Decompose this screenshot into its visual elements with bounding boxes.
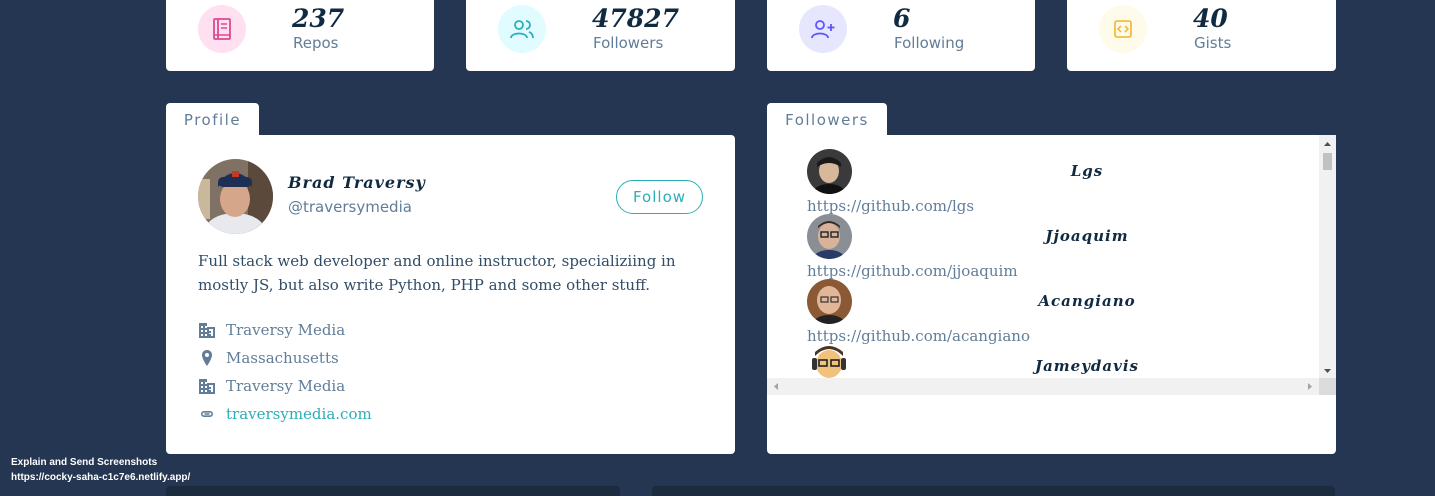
scroll-right-arrow-icon[interactable] <box>1302 378 1317 395</box>
horizontal-scrollbar[interactable] <box>767 378 1319 395</box>
follower-url[interactable]: https://github.com/lgs <box>807 197 974 215</box>
extension-title[interactable]: Explain and Send Screenshots <box>11 457 157 468</box>
building-icon <box>199 323 215 338</box>
avatar <box>807 149 852 194</box>
follower-login: Jjoaquim <box>1045 227 1129 245</box>
company-text-2: Traversy Media <box>226 377 346 395</box>
follower-url[interactable]: https://github.com/acangiano <box>807 327 1030 345</box>
scroll-down-arrow-icon[interactable] <box>1319 363 1336 378</box>
avatar <box>198 159 273 234</box>
scrollbar-corner <box>1319 378 1336 395</box>
vertical-scrollbar[interactable] <box>1319 135 1336 378</box>
scrollbar-thumb[interactable] <box>1323 153 1332 170</box>
link-icon <box>201 411 213 417</box>
follower-url[interactable]: https://github.com/jjoaquim <box>807 262 1018 280</box>
repos-count: 237 <box>292 4 345 33</box>
blog-row: traversymedia.com <box>198 403 372 425</box>
scroll-up-arrow-icon[interactable] <box>1319 137 1336 152</box>
follower-login: Lgs <box>1070 162 1104 180</box>
followers-count: 47827 <box>592 4 679 33</box>
stat-card-gists: 40 Gists <box>1067 0 1336 71</box>
avatar <box>807 214 852 259</box>
company-text: Traversy Media <box>226 321 346 339</box>
users-icon <box>498 5 546 53</box>
book-icon <box>198 5 246 53</box>
follower-login: Acangiano <box>1038 292 1136 310</box>
profile-bio: Full stack web developer and online inst… <box>198 252 676 294</box>
follower-login: Jameydavis <box>1034 357 1139 375</box>
profile-card: Brad Traversy @traversymedia Follow Full… <box>166 135 735 454</box>
bottom-panel-left <box>166 486 620 496</box>
following-count: 6 <box>893 4 911 33</box>
extension-url[interactable]: https://cocky-saha-c1c7e6.netlify.app/ <box>11 472 190 483</box>
avatar <box>807 344 852 378</box>
gists-count: 40 <box>1193 4 1228 33</box>
follow-button[interactable]: Follow <box>616 180 703 214</box>
company-row: Traversy Media <box>198 319 345 341</box>
list-item[interactable]: Lgs https://github.com/lgs <box>807 149 1319 215</box>
repos-label: Repos <box>293 34 339 52</box>
profile-handle: @traversymedia <box>288 198 412 216</box>
list-item[interactable]: Acangiano https://github.com/acangiano <box>807 279 1319 345</box>
gists-label: Gists <box>1194 34 1232 52</box>
list-item[interactable]: Jameydavis <box>807 344 1319 378</box>
user-plus-icon <box>799 5 847 53</box>
code-icon <box>1099 5 1147 53</box>
location-pin-icon <box>202 350 212 366</box>
list-item[interactable]: Jjoaquim https://github.com/jjoaquim <box>807 214 1319 280</box>
bottom-panel-right <box>652 486 1335 496</box>
building-icon <box>199 379 215 394</box>
location-text: Massachusetts <box>226 349 339 367</box>
tab-profile: Profile <box>166 103 259 136</box>
stat-card-followers: 47827 Followers <box>466 0 735 71</box>
tab-followers: Followers <box>767 103 887 136</box>
location-row: Massachusetts <box>198 347 339 369</box>
avatar <box>807 279 852 324</box>
blog-link[interactable]: traversymedia.com <box>226 405 372 423</box>
followers-list[interactable]: Lgs https://github.com/lgs Jjoaquim http… <box>767 135 1319 378</box>
followers-label: Followers <box>593 34 664 52</box>
following-label: Following <box>894 34 965 52</box>
scroll-left-arrow-icon[interactable] <box>769 378 784 395</box>
company-row-2: Traversy Media <box>198 375 345 397</box>
stat-card-repos: 237 Repos <box>166 0 434 71</box>
followers-card: Lgs https://github.com/lgs Jjoaquim http… <box>767 135 1336 454</box>
profile-name: Brad Traversy <box>288 173 426 192</box>
stat-card-following: 6 Following <box>767 0 1035 71</box>
